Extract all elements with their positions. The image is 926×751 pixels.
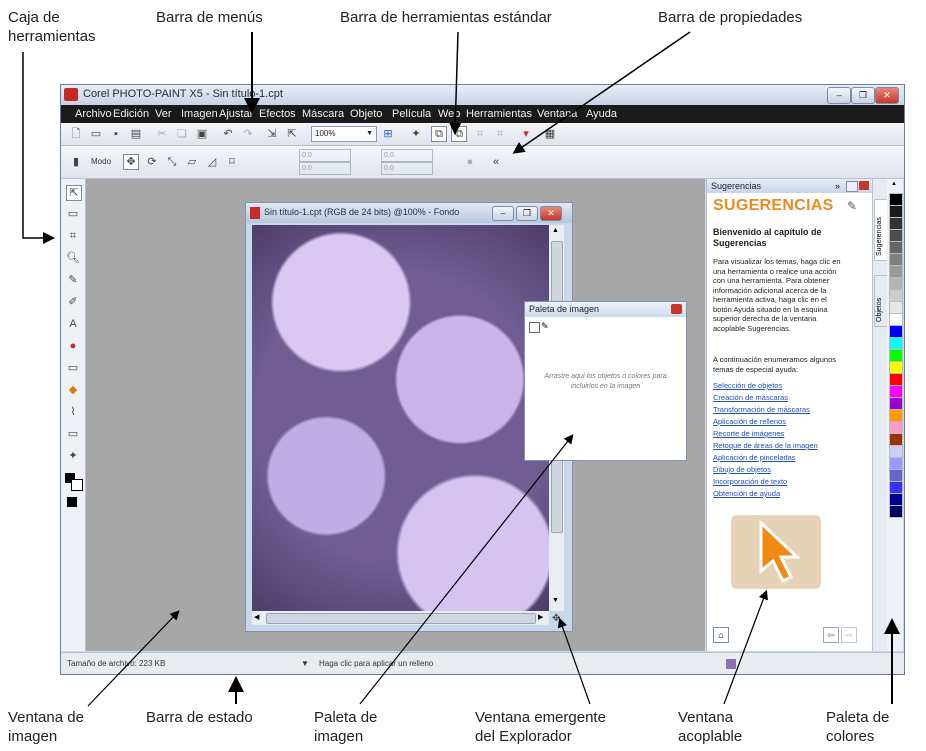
arrow-image-palette — [359, 434, 574, 705]
callout-arrows — [22, 31, 900, 707]
arrow-image-window — [87, 610, 180, 707]
arrow-standard-toolbar — [449, 31, 462, 135]
arrow-navigator-popup — [557, 617, 591, 705]
arrow-toolbox — [22, 52, 55, 244]
arrow-docker — [723, 589, 768, 705]
arrow-property-bar — [512, 31, 691, 154]
